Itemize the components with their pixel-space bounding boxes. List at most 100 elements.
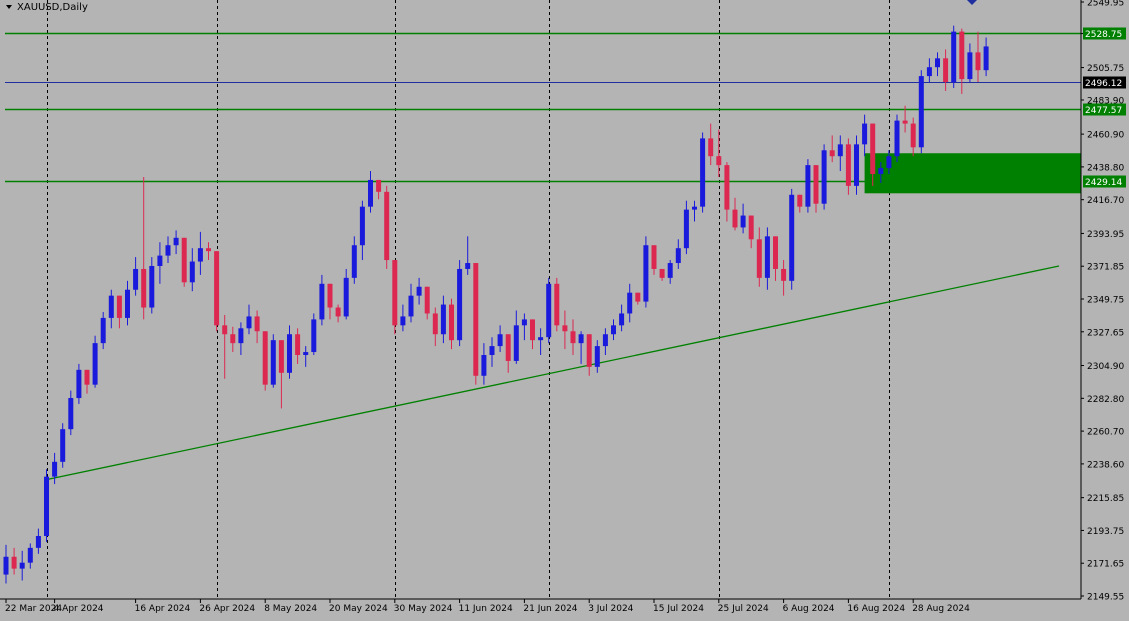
x-tick-label: 30 May 2024 (394, 604, 453, 614)
candle[interactable] (270, 334, 276, 388)
candle-body (424, 286, 430, 314)
candle[interactable] (214, 251, 220, 332)
candle-body (92, 343, 98, 385)
candle-body (627, 292, 633, 314)
candle[interactable] (44, 469, 49, 542)
candle-body (635, 292, 641, 302)
candle[interactable] (918, 70, 924, 154)
candle[interactable] (384, 185, 390, 269)
candle-body (538, 337, 544, 341)
candle-body (619, 313, 625, 326)
candle-body (611, 325, 616, 335)
candle[interactable] (854, 135, 859, 195)
y-tick-label: 2260.70 (1087, 428, 1124, 438)
candle-body (100, 317, 106, 344)
candle[interactable] (789, 188, 795, 290)
candle[interactable] (181, 237, 187, 287)
candle-body (797, 194, 803, 207)
candle-body (918, 76, 924, 148)
candle[interactable] (392, 260, 398, 335)
candle-body (789, 194, 795, 281)
candle-body (3, 556, 9, 575)
candle[interactable] (951, 25, 957, 88)
candle[interactable] (894, 114, 900, 163)
candle-body (465, 263, 471, 269)
candle-body (781, 268, 787, 281)
candle[interactable] (821, 144, 827, 210)
candle[interactable] (554, 277, 560, 332)
candle-body (716, 156, 722, 166)
candle-body (52, 461, 58, 477)
candle-body (602, 334, 608, 347)
candle[interactable] (92, 335, 98, 388)
candle-body (473, 263, 479, 376)
candle-body (165, 245, 171, 256)
candle-body (149, 265, 155, 308)
candle-body (594, 346, 600, 367)
candle-body (489, 346, 495, 356)
x-tick-label: 8 May 2024 (264, 604, 317, 614)
level-label-support-1: 2477.57 (1085, 106, 1122, 116)
candle-body (951, 31, 957, 83)
candle-body (319, 283, 325, 320)
y-tick-label: 2416.70 (1087, 196, 1124, 206)
x-tick-label: 11 Jun 2024 (459, 604, 513, 614)
candle-body (359, 206, 365, 246)
candle[interactable] (76, 363, 82, 404)
candle-body (708, 138, 714, 157)
chart-header: XAUUSD,Daily (6, 2, 88, 13)
candle-body (748, 215, 754, 240)
candle[interactable] (311, 313, 317, 356)
candle[interactable] (60, 423, 66, 468)
candle-body (125, 289, 130, 318)
candle[interactable] (473, 263, 479, 385)
candle[interactable] (700, 132, 706, 213)
candle-body (700, 138, 706, 207)
candle-body (108, 295, 114, 318)
candle-body (935, 58, 940, 68)
candle-body (27, 547, 33, 563)
candle-body (675, 248, 681, 264)
x-tick-label: 21 Jun 2024 (523, 604, 577, 614)
candle[interactable] (805, 159, 811, 213)
candle-body (773, 236, 778, 269)
y-tick-label: 2349.75 (1087, 296, 1124, 306)
candle-body (570, 331, 576, 344)
y-tick-label: 2149.55 (1087, 593, 1124, 603)
candle-body (554, 283, 560, 326)
candle[interactable] (643, 236, 649, 308)
candle-body (756, 239, 762, 278)
candle-body (813, 165, 819, 204)
x-tick-label: 28 Aug 2024 (912, 604, 970, 614)
candle-body (764, 236, 770, 278)
y-tick-label: 2282.80 (1087, 395, 1124, 405)
candle-body (68, 398, 74, 430)
candle-body (400, 316, 406, 326)
candle-body (805, 165, 811, 207)
candle-body (967, 52, 973, 80)
candle-body (513, 325, 519, 361)
price-chart[interactable]: 2549.952528.752505.752483.902460.902438.… (0, 0, 1129, 621)
candle-body (667, 263, 673, 278)
x-tick-label: 20 May 2024 (329, 604, 388, 614)
candle-body (311, 319, 317, 353)
candle-body (870, 123, 876, 175)
candle-body (732, 209, 738, 228)
candle-body (959, 31, 965, 80)
candle-body (562, 325, 568, 332)
candle[interactable] (262, 331, 268, 391)
candle[interactable] (457, 260, 463, 347)
candle-body (983, 46, 989, 71)
candle-body (287, 334, 292, 373)
candle[interactable] (546, 277, 552, 344)
candle-body (246, 316, 252, 329)
candle-body (692, 206, 697, 210)
y-tick-label: 2215.85 (1087, 494, 1124, 504)
candle-body (481, 355, 487, 376)
candle-body (894, 120, 900, 157)
y-tick-label: 2371.85 (1087, 263, 1124, 273)
candle-body (497, 334, 503, 347)
candle-body (586, 334, 592, 367)
level-label-current: 2496.12 (1085, 79, 1122, 89)
candle-body (521, 319, 527, 326)
